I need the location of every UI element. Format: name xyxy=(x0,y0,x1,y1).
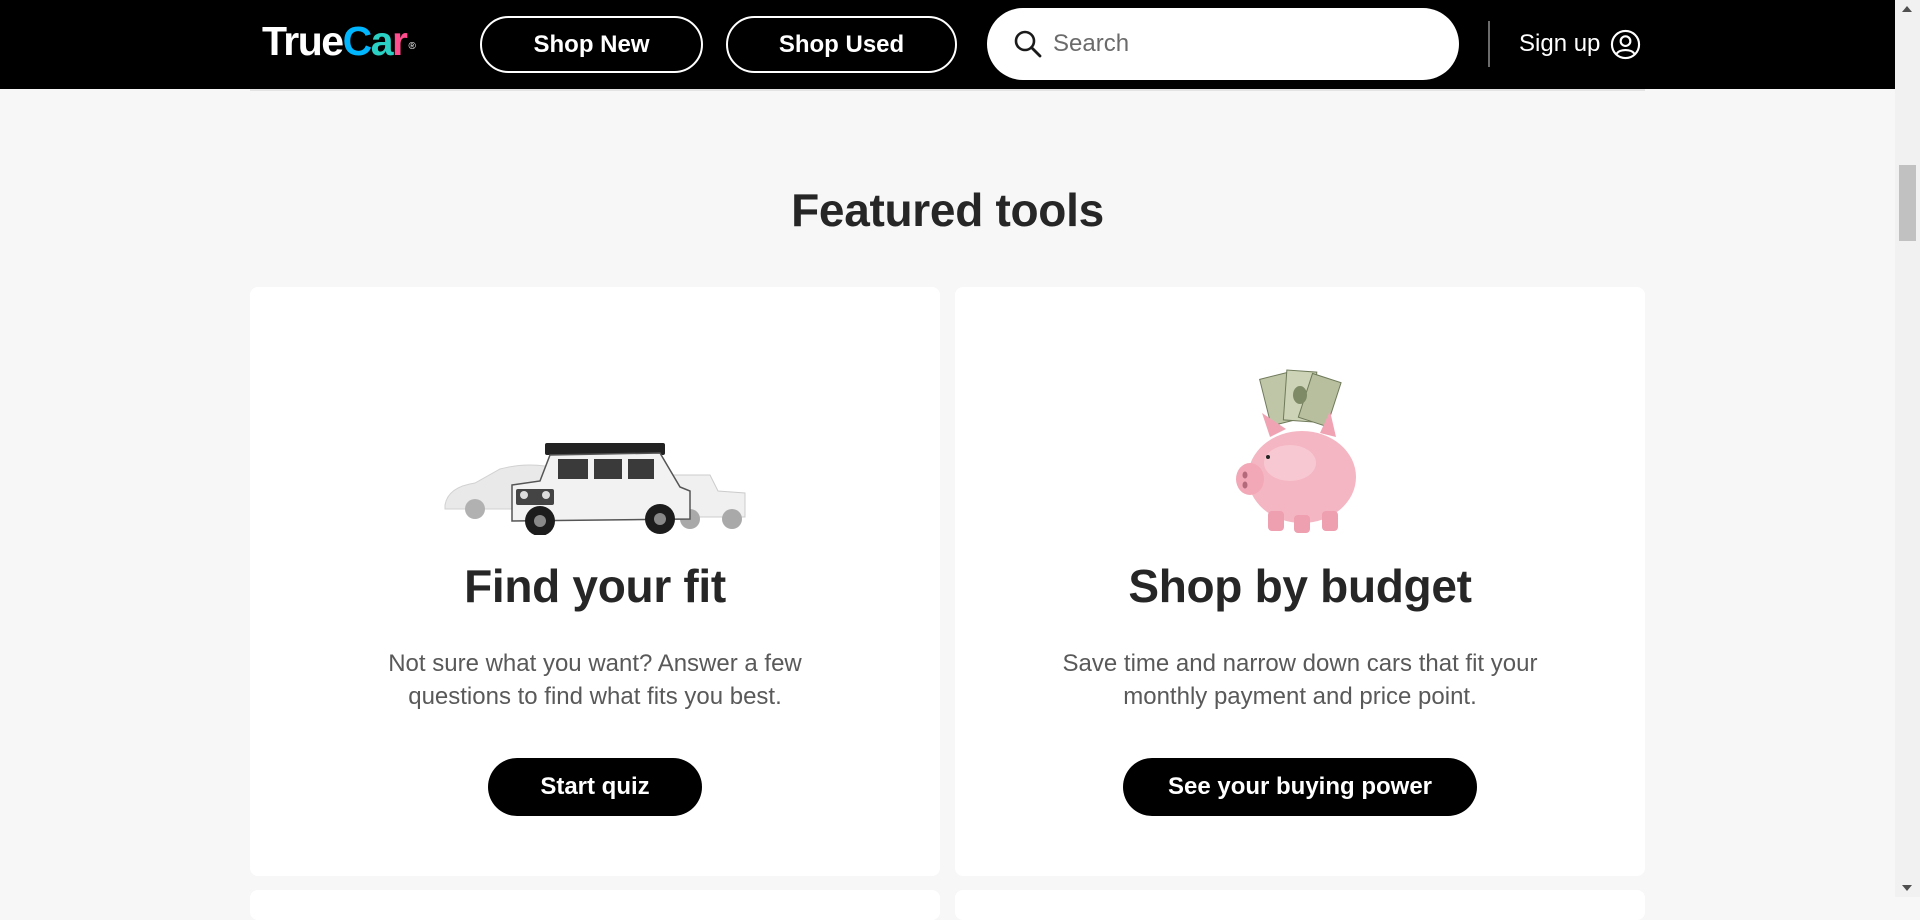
sign-up-button[interactable]: Sign up xyxy=(1519,24,1641,64)
logo-letter-c: C xyxy=(342,18,373,64)
search-bar[interactable] xyxy=(987,8,1459,80)
featured-tools-heading: Featured tools xyxy=(791,184,1104,236)
card-title: Find your fit xyxy=(464,560,726,612)
search-input[interactable] xyxy=(1053,24,1433,64)
logo-registered-mark: ® xyxy=(408,41,416,52)
header-bottom-rule xyxy=(250,89,1645,91)
see-buying-power-button[interactable]: See your buying power xyxy=(1123,758,1477,816)
logo-letter-r: r xyxy=(392,18,408,64)
header-divider xyxy=(1488,21,1490,67)
logo-text-true: True xyxy=(262,18,344,64)
shop-used-button[interactable]: Shop Used xyxy=(726,16,957,73)
card-description: Not sure what you want? Answer a few que… xyxy=(388,650,802,710)
truecar-logo[interactable]: True Ca r ® xyxy=(262,17,416,65)
page-scrollbar[interactable] xyxy=(1895,0,1920,897)
top-nav-bar: TrueCar® Shop New Shop Used Sign up xyxy=(0,0,1895,89)
piggy-bank-image xyxy=(1236,369,1356,533)
card-description: Save time and narrow down cars that fit … xyxy=(1062,650,1538,710)
next-card-right-partial xyxy=(955,890,1645,920)
start-quiz-button[interactable]: Start quiz xyxy=(488,758,702,816)
scroll-down-arrow-icon[interactable] xyxy=(1902,885,1912,891)
search-icon xyxy=(1014,30,1042,58)
shop-by-budget-card: Shop by budget Save time and narrow down… xyxy=(955,287,1645,876)
scrollbar-thumb[interactable] xyxy=(1899,165,1916,241)
next-card-left-partial xyxy=(250,890,940,920)
find-your-fit-card: Find your fit Not sure what you want? An… xyxy=(250,287,940,876)
scroll-up-arrow-icon[interactable] xyxy=(1902,6,1912,12)
shop-new-button[interactable]: Shop New xyxy=(480,16,703,73)
cars-lineup-image xyxy=(444,443,746,535)
card-title: Shop by budget xyxy=(1128,560,1472,612)
sign-up-label: Sign up xyxy=(1519,30,1601,57)
user-account-icon xyxy=(1611,29,1641,59)
logo-letter-a: a xyxy=(370,18,394,64)
